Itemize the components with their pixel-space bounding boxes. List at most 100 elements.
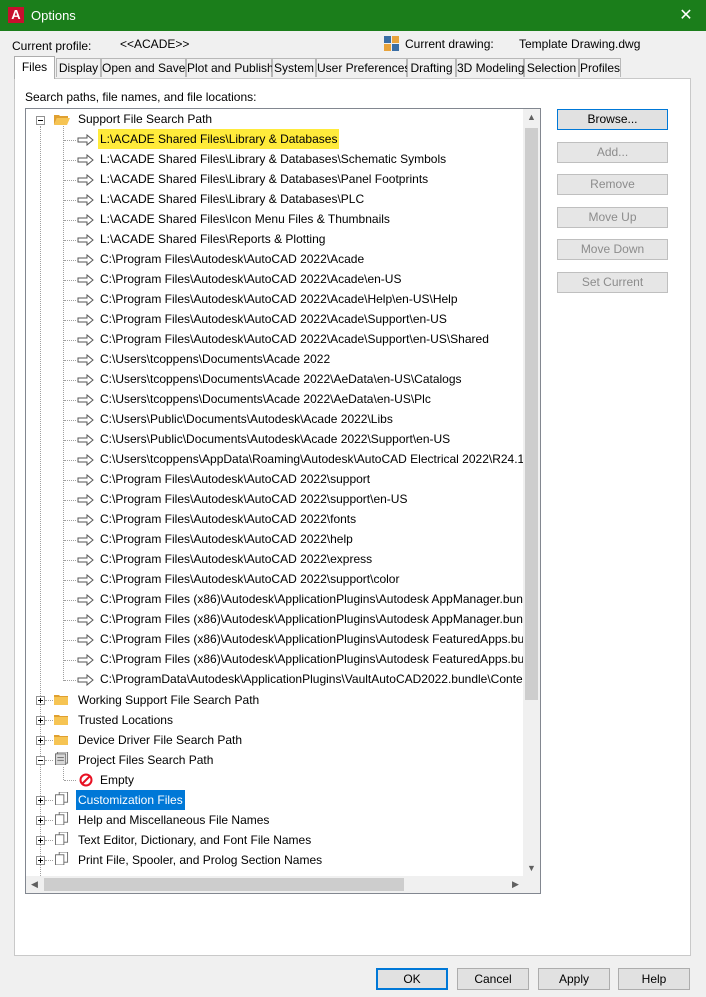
tree-guide-line bbox=[45, 800, 53, 801]
path-arrow-icon bbox=[77, 174, 94, 186]
tree-guide-line bbox=[45, 760, 53, 761]
path-arrow-icon bbox=[77, 514, 94, 526]
tree-guide-line bbox=[64, 280, 76, 281]
tree-guide-line bbox=[64, 500, 76, 501]
support-path-text: C:\Users\Public\Documents\Autodesk\Acade… bbox=[100, 432, 451, 446]
current-drawing-value: Template Drawing.dwg bbox=[519, 37, 641, 51]
expand-toggle[interactable] bbox=[36, 836, 45, 845]
path-arrow-icon bbox=[77, 674, 94, 686]
tree-guide-line bbox=[64, 620, 76, 621]
help-button[interactable]: Help bbox=[618, 968, 690, 990]
tree-guide-line bbox=[64, 400, 76, 401]
apply-button[interactable]: Apply bbox=[538, 968, 610, 990]
support-path-text: C:\Program Files\Autodesk\AutoCAD 2022\A… bbox=[100, 292, 458, 306]
tree-guide-line bbox=[63, 126, 64, 681]
support-path-text: C:\Program Files\Autodesk\AutoCAD 2022\s… bbox=[100, 492, 408, 506]
expand-toggle[interactable] bbox=[36, 736, 45, 745]
add-button[interactable]: Add... bbox=[557, 142, 668, 163]
expand-toggle[interactable] bbox=[36, 856, 45, 865]
path-arrow-icon bbox=[77, 634, 94, 646]
path-arrow-icon bbox=[77, 334, 94, 346]
support-path-text: C:\Program Files (x86)\Autodesk\Applicat… bbox=[100, 612, 524, 626]
tab-3d-modeling[interactable]: 3D Modeling bbox=[456, 58, 524, 77]
cancel-button[interactable]: Cancel bbox=[457, 968, 529, 990]
tab-open-and-save[interactable]: Open and Save bbox=[101, 58, 186, 77]
tree-guide-line bbox=[64, 140, 76, 141]
tree-guide-line bbox=[64, 440, 76, 441]
support-path-text: C:\Program Files\Autodesk\AutoCAD 2022\e… bbox=[100, 552, 373, 566]
ok-button[interactable]: OK bbox=[376, 968, 448, 990]
tree-guide-line bbox=[64, 780, 76, 781]
tab-system[interactable]: System bbox=[272, 58, 316, 77]
tab-drafting[interactable]: Drafting bbox=[407, 58, 456, 77]
vertical-scroll-thumb[interactable] bbox=[525, 128, 538, 700]
tab-user-preferences[interactable]: User Preferences bbox=[316, 58, 410, 77]
support-path-text: C:\Program Files (x86)\Autodesk\Applicat… bbox=[100, 592, 524, 606]
tree-guide-line bbox=[64, 160, 76, 161]
horizontal-scrollbar[interactable]: ◀ ▶ bbox=[26, 876, 524, 893]
tab-files[interactable]: Files bbox=[14, 56, 55, 79]
expand-toggle[interactable] bbox=[36, 716, 45, 725]
tree-guide-line bbox=[64, 600, 76, 601]
support-path-text: C:\Program Files\Autodesk\AutoCAD 2022\f… bbox=[100, 512, 357, 526]
current-drawing-label: Current drawing: bbox=[405, 37, 494, 51]
browse-button[interactable]: Browse... bbox=[557, 109, 668, 130]
current-profile-label: Current profile: bbox=[12, 39, 92, 53]
support-path-text: C:\Program Files (x86)\Autodesk\Applicat… bbox=[100, 652, 524, 666]
path-arrow-icon bbox=[77, 574, 94, 586]
scroll-down-arrow-icon[interactable]: ▼ bbox=[523, 860, 540, 877]
set-current-button[interactable]: Set Current bbox=[557, 272, 668, 293]
current-profile-value: <<ACADE>> bbox=[120, 37, 190, 51]
tab-display[interactable]: Display bbox=[56, 58, 101, 77]
title-bar: A Options ✕ bbox=[0, 0, 706, 31]
path-arrow-icon bbox=[77, 434, 94, 446]
tree-guide-line bbox=[64, 540, 76, 541]
path-arrow-icon bbox=[77, 314, 94, 326]
drawing-icon bbox=[384, 36, 399, 51]
path-arrow-icon bbox=[77, 354, 94, 366]
scroll-left-arrow-icon[interactable]: ◀ bbox=[26, 876, 43, 893]
autocad-logo-icon: A bbox=[8, 7, 24, 23]
horizontal-scroll-thumb[interactable] bbox=[44, 878, 404, 891]
path-arrow-icon bbox=[77, 494, 94, 506]
collapse-toggle[interactable] bbox=[36, 756, 45, 765]
support-path-text: C:\Program Files\Autodesk\AutoCAD 2022\A… bbox=[100, 272, 402, 286]
path-arrow-icon bbox=[77, 534, 94, 546]
tree-guide-line bbox=[64, 240, 76, 241]
tree-guide-line bbox=[45, 720, 53, 721]
support-path-text: C:\Program Files\Autodesk\AutoCAD 2022\h… bbox=[100, 532, 353, 546]
expand-toggle[interactable] bbox=[36, 696, 45, 705]
folder-icon bbox=[54, 695, 68, 705]
collapse-toggle[interactable] bbox=[36, 116, 45, 125]
tree-guide-line bbox=[64, 520, 76, 521]
tab-selection[interactable]: Selection bbox=[524, 58, 579, 77]
support-path-text: C:\ProgramData\Autodesk\ApplicationPlugi… bbox=[100, 672, 524, 686]
tree-content: Support File Search Path L:\ACADE Shared… bbox=[26, 109, 524, 877]
close-button[interactable]: ✕ bbox=[666, 0, 706, 31]
path-arrow-icon bbox=[77, 594, 94, 606]
move-up-button[interactable]: Move Up bbox=[557, 207, 668, 228]
path-arrow-icon bbox=[77, 454, 94, 466]
vertical-scrollbar[interactable]: ▲ ▼ bbox=[523, 109, 540, 877]
search-paths-label: Search paths, file names, and file locat… bbox=[25, 90, 257, 104]
files-icon bbox=[55, 832, 69, 845]
expand-toggle[interactable] bbox=[36, 796, 45, 805]
scroll-up-arrow-icon[interactable]: ▲ bbox=[523, 109, 540, 126]
expand-toggle[interactable] bbox=[36, 816, 45, 825]
scroll-right-arrow-icon[interactable]: ▶ bbox=[507, 876, 524, 893]
files-icon bbox=[55, 812, 69, 825]
tree-guide-line bbox=[64, 180, 76, 181]
tab-plot-and-publish[interactable]: Plot and Publish bbox=[186, 58, 274, 77]
move-down-button[interactable]: Move Down bbox=[557, 239, 668, 260]
support-path-text: C:\Users\tcoppens\Documents\Acade 2022\A… bbox=[100, 392, 431, 406]
remove-button[interactable]: Remove bbox=[557, 174, 668, 195]
path-arrow-icon bbox=[77, 374, 94, 386]
path-arrow-icon bbox=[77, 394, 94, 406]
search-paths-tree[interactable]: Support File Search Path L:\ACADE Shared… bbox=[25, 108, 541, 894]
support-path-text: C:\Users\tcoppens\Documents\Acade 2022\A… bbox=[100, 372, 462, 386]
project-files-icon bbox=[55, 752, 69, 765]
tab-profiles[interactable]: Profiles bbox=[579, 58, 621, 77]
support-path-text: C:\Users\tcoppens\Documents\Acade 2022 bbox=[100, 352, 331, 366]
tree-guide-line bbox=[64, 200, 76, 201]
support-path-text: C:\Program Files\Autodesk\AutoCAD 2022\s… bbox=[100, 472, 371, 486]
